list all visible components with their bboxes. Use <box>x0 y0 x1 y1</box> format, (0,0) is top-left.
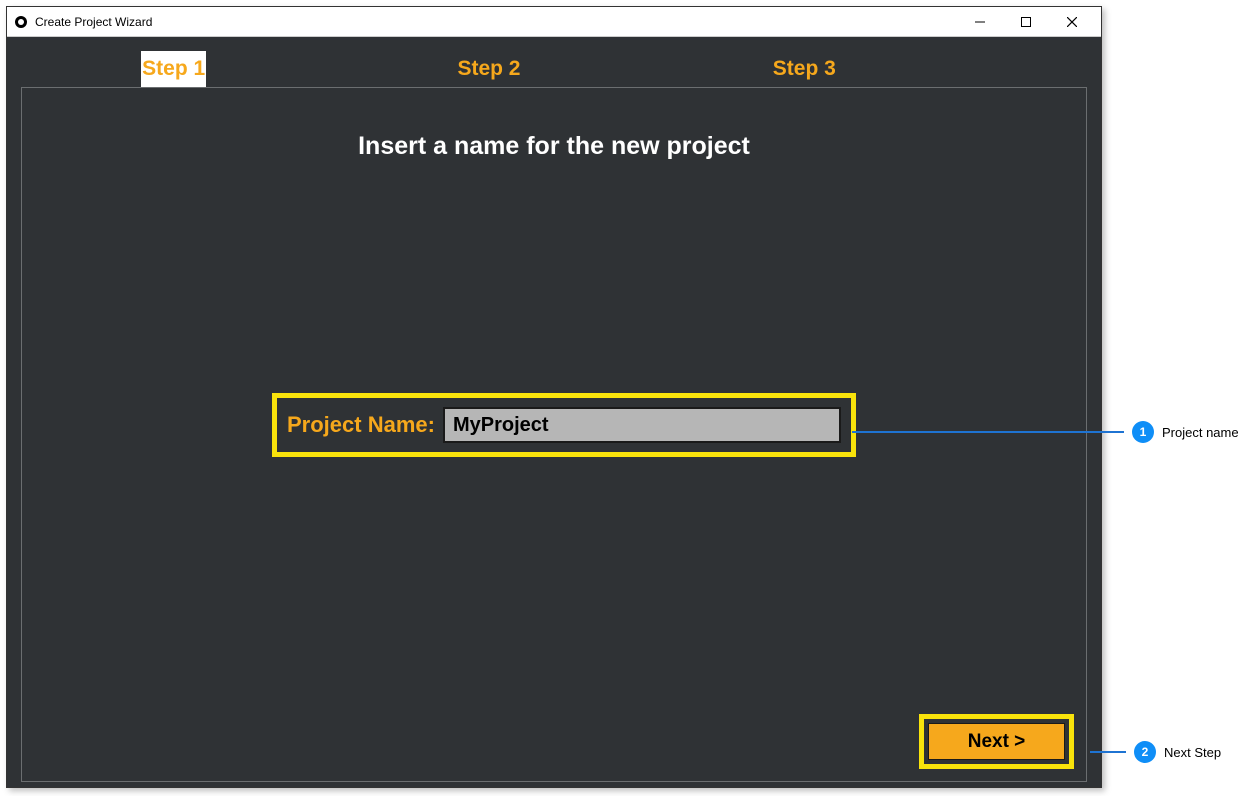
panel-heading: Insert a name for the new project <box>22 132 1086 161</box>
callout-line <box>852 431 1124 433</box>
callout-badge: 1 <box>1132 421 1154 443</box>
app-icon <box>13 14 29 30</box>
callout-badge: 2 <box>1134 741 1156 763</box>
tab-step-2[interactable]: Step 2 <box>456 51 521 87</box>
minimize-button[interactable] <box>957 8 1003 36</box>
callout-2: 2 Next Step <box>1090 741 1221 763</box>
titlebar: Create Project Wizard <box>7 7 1101 37</box>
callout-1: 1 Project name <box>852 421 1239 443</box>
step-tabs: Step 1 Step 2 Step 3 <box>21 51 1087 87</box>
project-name-label: Project Name: <box>287 412 435 438</box>
next-button-highlight: Next > <box>919 714 1074 769</box>
tab-step-1[interactable]: Step 1 <box>141 51 206 87</box>
content-area: Step 1 Step 2 Step 3 Insert a name for t… <box>7 37 1101 787</box>
callout-line <box>1090 751 1126 753</box>
close-button[interactable] <box>1049 8 1095 36</box>
window-controls <box>957 8 1095 36</box>
window-title: Create Project Wizard <box>35 15 957 29</box>
maximize-button[interactable] <box>1003 8 1049 36</box>
project-name-row: Project Name: <box>272 393 856 457</box>
callout-text: Project name <box>1162 425 1239 440</box>
callout-text: Next Step <box>1164 745 1221 760</box>
wizard-window: Create Project Wizard Step 1 Step 2 Step… <box>6 6 1102 788</box>
project-name-input[interactable] <box>443 407 841 443</box>
tab-step-3[interactable]: Step 3 <box>772 51 837 87</box>
next-button[interactable]: Next > <box>928 723 1065 760</box>
